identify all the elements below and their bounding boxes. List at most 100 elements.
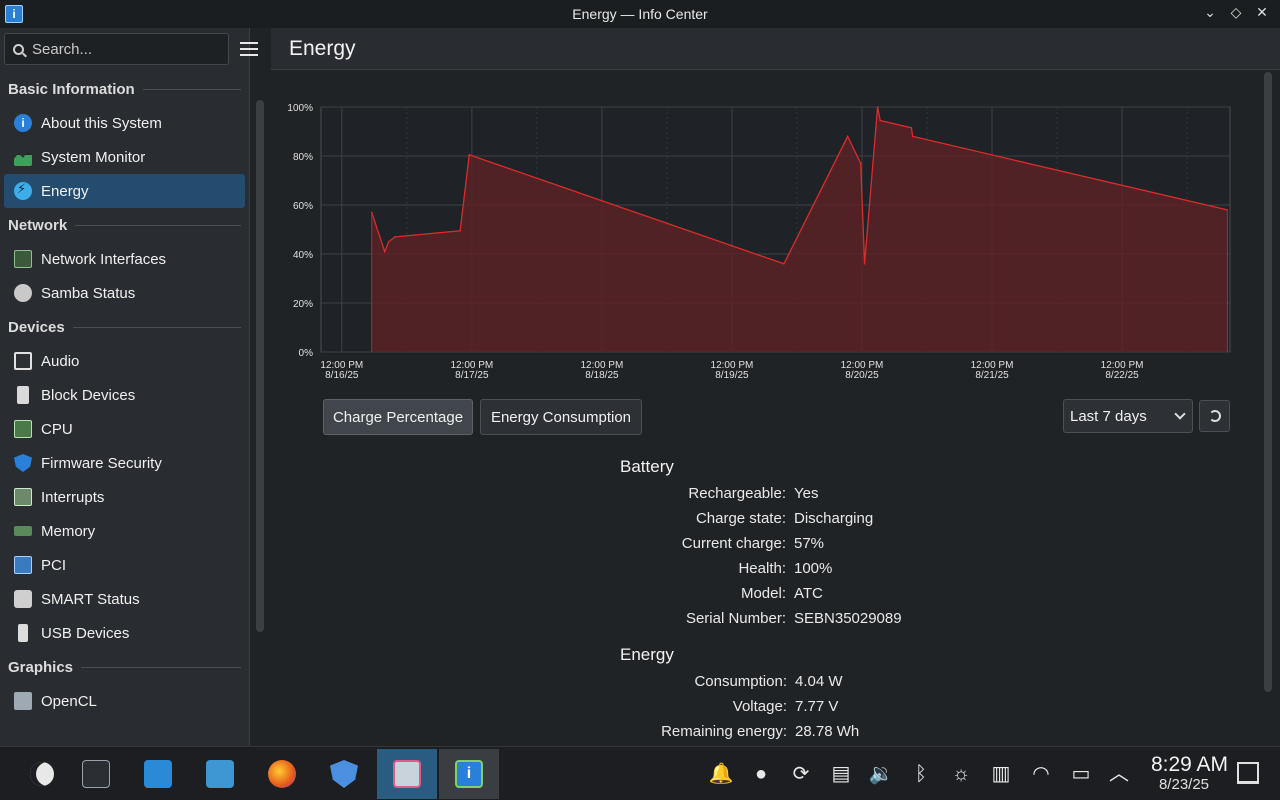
- sidebar-item-about-this-system[interactable]: i About this System: [4, 106, 245, 140]
- energy-row: Voltage: 7.77 V: [522, 698, 839, 715]
- search-input[interactable]: [32, 40, 212, 58]
- clock-time[interactable]: 8:29 AM: [1140, 753, 1228, 777]
- minimize-icon[interactable]: ⌄: [1202, 4, 1218, 21]
- section-divider: [73, 327, 241, 328]
- battery-heading: Battery: [620, 457, 674, 476]
- bluetooth-icon[interactable]: ᛒ: [908, 761, 934, 787]
- x-tick-date: 8/18/25: [585, 370, 619, 381]
- steam-icon[interactable]: ●: [748, 761, 774, 787]
- sidebar-section-heading: Network: [0, 208, 249, 242]
- energy-row-label: Voltage:: [732, 698, 787, 715]
- hamburger-menu-icon[interactable]: [240, 42, 258, 56]
- battery-row-value: Discharging: [794, 510, 874, 527]
- sidebar-item-memory[interactable]: Memory: [4, 514, 245, 548]
- time-range-select[interactable]: Last 7 days: [1063, 399, 1193, 433]
- sidebar-item-firmware-security[interactable]: Firmware Security: [4, 446, 245, 480]
- battery-row: Health: 100%: [522, 560, 832, 577]
- info-center-app-icon[interactable]: i: [5, 5, 23, 23]
- time-range-value: Last 7 days: [1070, 407, 1147, 425]
- notifications-icon[interactable]: 🔔: [708, 761, 734, 787]
- battery-row: Model: ATC: [522, 585, 823, 602]
- search-icon: [13, 43, 24, 55]
- settings-sliders-icon: [82, 760, 110, 788]
- battery-row-value: Yes: [794, 485, 819, 502]
- search-field[interactable]: [4, 33, 229, 65]
- battery-row-label: Charge state:: [695, 510, 786, 527]
- sidebar-item-usb-devices[interactable]: USB Devices: [4, 616, 245, 650]
- sidebar-section-heading: Graphics: [0, 650, 249, 684]
- dolphin-taskbar-button[interactable]: [190, 749, 250, 799]
- battery-row-value: 100%: [794, 560, 833, 577]
- sidebar-item-cpu[interactable]: CPU: [4, 412, 245, 446]
- page-title: Energy: [289, 37, 356, 60]
- sidebar-item-opencl[interactable]: OpenCL: [4, 684, 245, 718]
- sidebar-item-label: PCI: [41, 556, 67, 574]
- protonup-taskbar-button[interactable]: [314, 749, 374, 799]
- sidebar-item-energy[interactable]: Energy: [4, 174, 245, 208]
- charge-percentage-button[interactable]: Charge Percentage: [323, 399, 473, 435]
- energy-row: Remaining energy: 28.78 Wh: [522, 723, 859, 740]
- sidebar-item-interrupts[interactable]: Interrupts: [4, 480, 245, 514]
- sidebar-item-label: Memory: [41, 522, 96, 540]
- sidebar-item-label: Block Devices: [41, 386, 136, 404]
- battery-row-label: Rechargeable:: [688, 485, 786, 502]
- opencl-icon: [14, 692, 32, 710]
- sidebar-item-label: Firmware Security: [41, 454, 162, 472]
- sidebar-item-samba-status[interactable]: Samba Status: [4, 276, 245, 310]
- shopping-bag-icon: [144, 760, 172, 788]
- sidebar-section-title: Devices: [8, 318, 65, 336]
- battery-row-label: Health:: [738, 560, 786, 577]
- sidebar-item-pci[interactable]: PCI: [4, 548, 245, 582]
- refresh-icon: [1208, 410, 1221, 422]
- section-divider: [143, 89, 241, 90]
- steamos-launcher-button[interactable]: [12, 749, 72, 799]
- sidebar-item-audio[interactable]: Audio: [4, 344, 245, 378]
- firefox-taskbar-button[interactable]: [252, 749, 312, 799]
- sidebar-item-label: Interrupts: [41, 488, 105, 506]
- data-point: [468, 153, 471, 156]
- battery-row-label: Serial Number:: [685, 610, 786, 627]
- y-tick-label: 0%: [299, 348, 314, 359]
- updates-icon[interactable]: ⟳: [788, 761, 814, 787]
- clipboard-icon[interactable]: ▤: [828, 761, 854, 787]
- sidebar-item-label: Energy: [41, 182, 89, 200]
- clock-date[interactable]: 8/23/25: [1140, 776, 1228, 793]
- main-scrollbar[interactable]: [1264, 72, 1272, 692]
- close-icon[interactable]: ✕: [1254, 4, 1270, 21]
- interrupts-icon: [14, 488, 32, 506]
- battery-icon[interactable]: ▭: [1068, 761, 1094, 787]
- system-settings-taskbar-button[interactable]: [66, 749, 126, 799]
- show-desktop-button[interactable]: [1237, 762, 1259, 784]
- sidebar-section-title: Graphics: [8, 658, 74, 676]
- x-tick-date: 8/22/25: [1105, 370, 1139, 381]
- battery-row-value: SEBN35029089: [794, 610, 902, 627]
- y-tick-label: 100%: [287, 103, 313, 114]
- audio-card-icon: [14, 352, 32, 370]
- storage-card-icon[interactable]: ▥: [988, 761, 1014, 787]
- info-center-taskbar-button[interactable]: i: [439, 749, 499, 799]
- battery-row-value: ATC: [794, 585, 823, 602]
- discover-taskbar-button[interactable]: [128, 749, 188, 799]
- sidebar-item-network-interfaces[interactable]: Network Interfaces: [4, 242, 245, 276]
- y-tick-label: 40%: [293, 250, 313, 261]
- brightness-icon[interactable]: ☼: [948, 761, 974, 787]
- volume-icon[interactable]: 🔉: [868, 761, 894, 787]
- sidebar-section-title: Network: [8, 216, 68, 234]
- refresh-button[interactable]: [1199, 400, 1230, 432]
- main-content: Energy 0% 20% 40% 60% 80% 100% 12:00 PM 8/16/25…: [271, 28, 1280, 746]
- data-point: [911, 135, 914, 138]
- spectacle-taskbar-button[interactable]: [377, 749, 437, 799]
- energy-consumption-button[interactable]: Energy Consumption: [480, 399, 642, 435]
- maximize-icon[interactable]: ◇: [1228, 4, 1244, 21]
- data-point: [387, 240, 390, 243]
- show-hidden-icons-icon[interactable]: ︿: [1106, 761, 1132, 787]
- battery-row: Serial Number: SEBN35029089: [522, 610, 902, 627]
- wifi-icon[interactable]: ◠: [1028, 761, 1054, 787]
- sidebar-item-smart-status[interactable]: SMART Status: [4, 582, 245, 616]
- sidebar-item-system-monitor[interactable]: System Monitor: [4, 140, 245, 174]
- sidebar-item-label: Audio: [41, 352, 80, 370]
- info-center-icon: i: [455, 760, 483, 788]
- sidebar-item-block-devices[interactable]: Block Devices: [4, 378, 245, 412]
- sidebar-scrollbar[interactable]: [256, 100, 264, 632]
- energy-heading: Energy: [620, 645, 674, 664]
